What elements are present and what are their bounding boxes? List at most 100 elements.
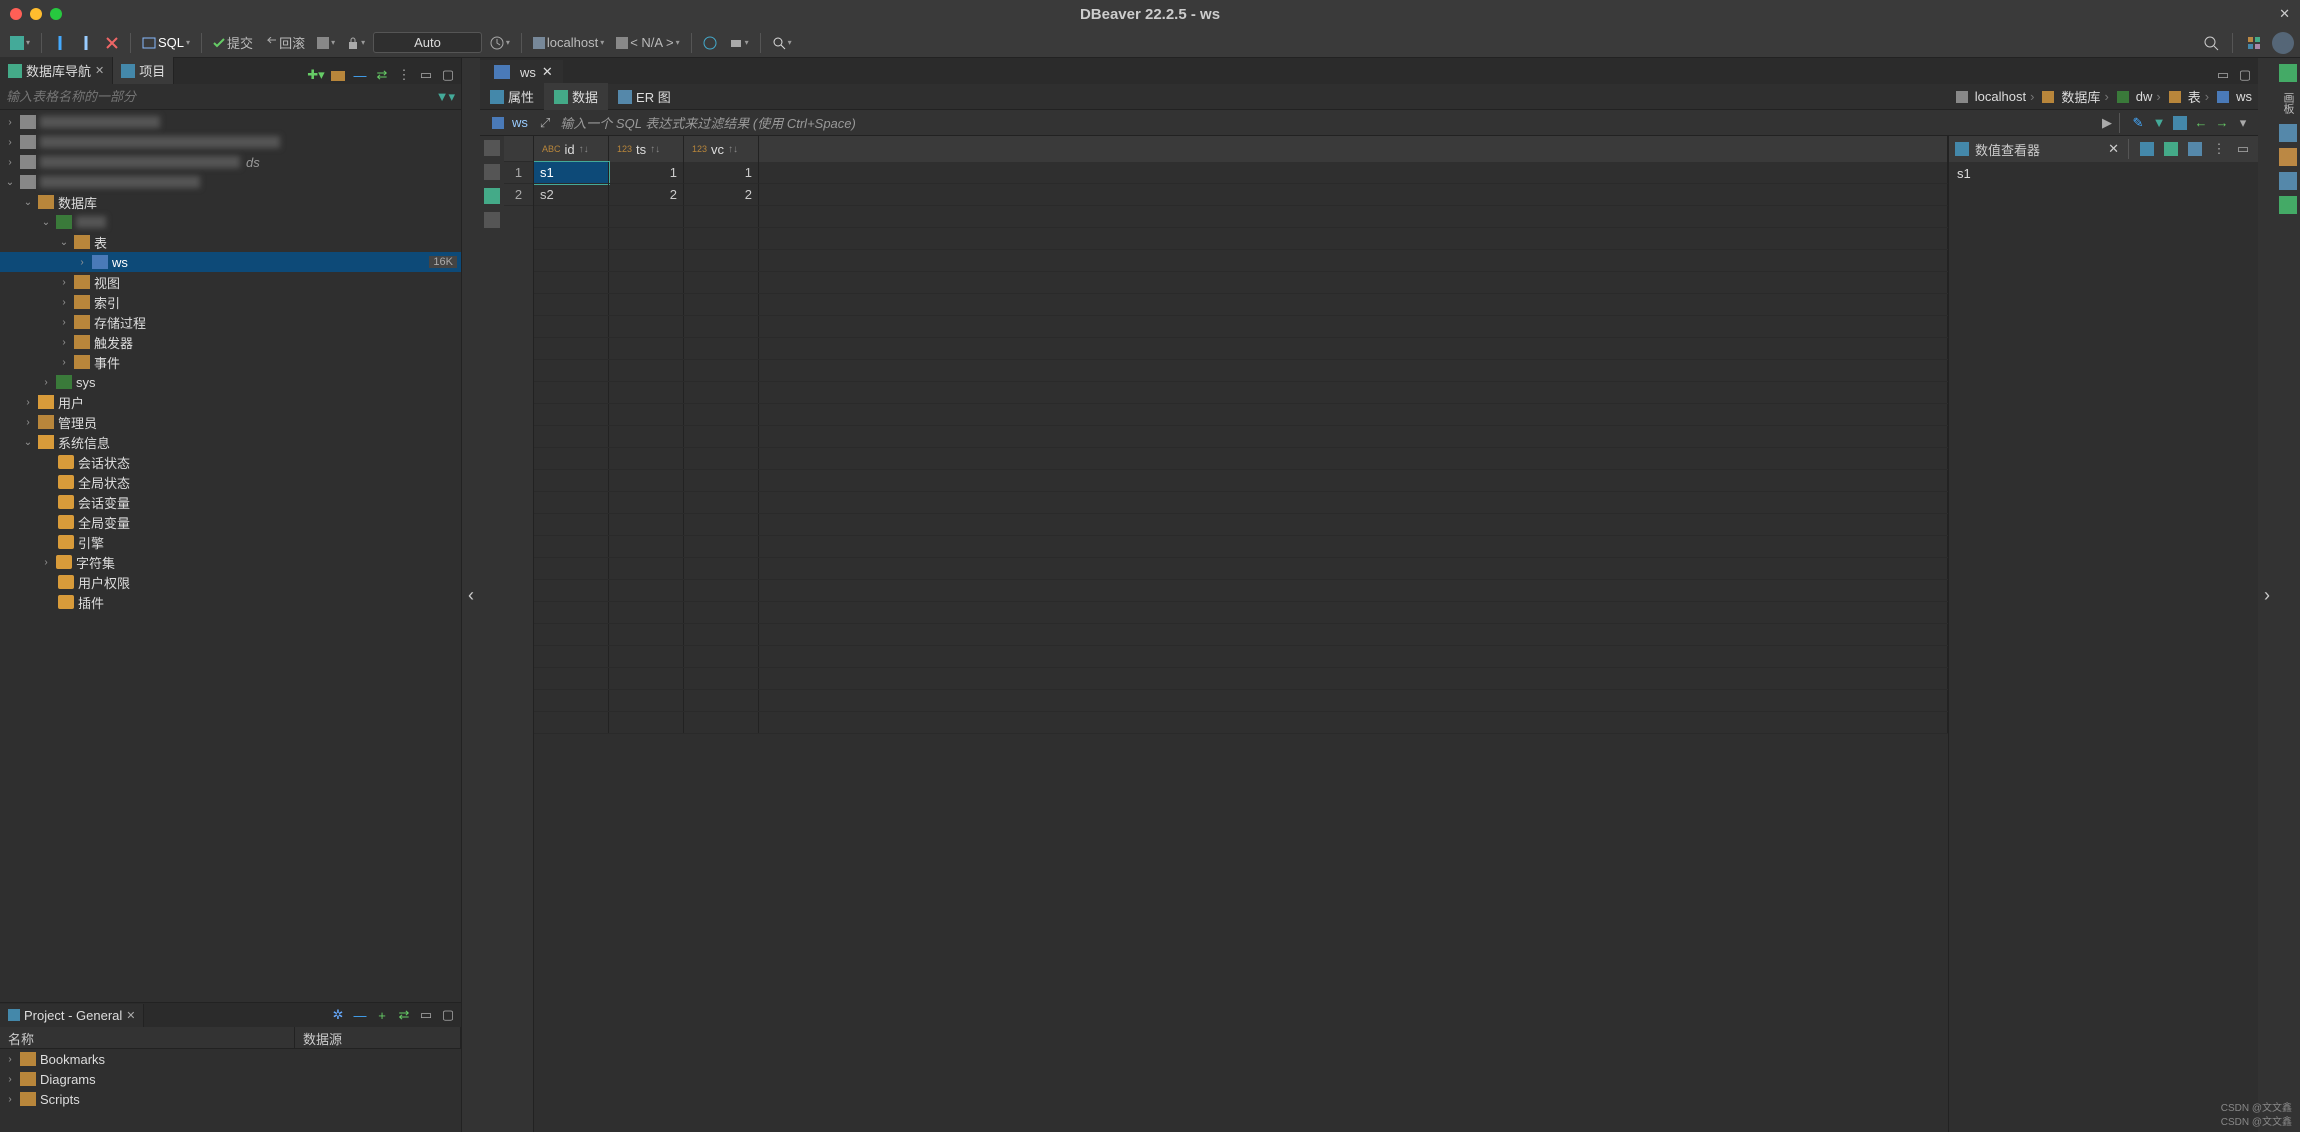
auto-commit-toggle[interactable]: Auto (373, 32, 482, 53)
panel-icon[interactable] (2279, 196, 2297, 214)
commit-button[interactable]: 提交 (209, 31, 257, 54)
tab-navigator[interactable]: 数据库导航 ✕ (0, 57, 113, 84)
cell[interactable]: s2 (534, 184, 609, 206)
schema-selector[interactable]: < N/A >▾ (612, 33, 683, 52)
glob-vars[interactable]: 全局变量 (0, 512, 461, 532)
connection-selector[interactable]: localhost▾ (529, 33, 608, 52)
crumb-localhost[interactable]: localhost (1952, 89, 2026, 104)
collapse-icon[interactable]: — (351, 1006, 369, 1024)
subtab-er[interactable]: ER 图 (608, 83, 681, 110)
views-group[interactable]: ›视图 (0, 272, 461, 292)
disconnect-all-button[interactable] (101, 34, 123, 52)
close-window[interactable] (10, 8, 22, 20)
plugins[interactable]: 插件 (0, 592, 461, 612)
search-button[interactable]: ▾ (768, 34, 796, 52)
charset[interactable]: ›字符集 (0, 552, 461, 572)
cell[interactable]: 1 (684, 162, 759, 184)
conn-node[interactable]: ›ds (0, 152, 461, 172)
row-num[interactable]: 2 (504, 184, 533, 206)
perspective-close-icon[interactable]: ✕ (2279, 6, 2290, 22)
filter-icon[interactable]: ▼▾ (436, 89, 455, 105)
left-collapse-handle[interactable]: ‹ (462, 58, 480, 1132)
close-icon[interactable]: ✕ (126, 1009, 135, 1022)
clear-filter-icon[interactable]: ✎ (2129, 114, 2147, 132)
user-priv[interactable]: 用户权限 (0, 572, 461, 592)
engine[interactable]: 引擎 (0, 532, 461, 552)
connect-button[interactable] (49, 34, 71, 52)
minimize-icon[interactable]: ▭ (2214, 66, 2232, 84)
tables-group[interactable]: ⌄表 (0, 232, 461, 252)
nav-filter-input[interactable] (6, 89, 436, 104)
new-connection-button[interactable]: ▾ (6, 34, 34, 52)
history-button[interactable]: ▾ (486, 34, 514, 52)
vv-save-icon[interactable] (2138, 140, 2156, 158)
triggers-group[interactable]: ›触发器 (0, 332, 461, 352)
grid-mode-icon[interactable] (484, 140, 500, 156)
rollback-button[interactable]: 回滚 (261, 31, 309, 54)
maximize-icon[interactable]: ▢ (2236, 66, 2254, 84)
col-datasource[interactable]: 数据源 (295, 1027, 461, 1048)
vv-minimize-icon[interactable]: ▭ (2234, 140, 2252, 158)
cell[interactable]: s1 (534, 162, 609, 184)
panel-icon[interactable] (2279, 124, 2297, 142)
col-ts[interactable]: 123ts↑↓ (609, 136, 684, 162)
maximize-icon[interactable]: ▢ (439, 66, 457, 84)
filter-panel-icon[interactable]: ▼ (2150, 114, 2168, 132)
subtab-data[interactable]: 数据 (544, 83, 608, 110)
vv-menu-icon[interactable]: ⋮ (2210, 140, 2228, 158)
perspective-button[interactable] (2242, 33, 2266, 53)
conn-node[interactable]: › (0, 112, 461, 132)
row-num[interactable]: 1 (504, 162, 533, 184)
user-avatar[interactable] (2272, 32, 2294, 54)
crumb-db-group[interactable]: 数据库 (2038, 87, 2100, 106)
sql-filter-input[interactable]: 输入一个 SQL 表达式来过滤结果 (使用 Ctrl+Space) (554, 113, 2098, 132)
close-icon[interactable]: ✕ (542, 64, 553, 80)
new-button[interactable]: ✚▾ (307, 66, 325, 84)
disconnect-button[interactable] (75, 34, 97, 52)
grid-table-tag[interactable]: ws (480, 115, 536, 130)
db-node[interactable]: ⌄ (0, 212, 461, 232)
tab-project-general[interactable]: Project - General ✕ (0, 1004, 144, 1027)
tab-project[interactable]: 项目 (113, 57, 174, 84)
panel-icon[interactable] (2279, 148, 2297, 166)
sess-vars[interactable]: 会话变量 (0, 492, 461, 512)
indexes-group[interactable]: ›索引 (0, 292, 461, 312)
dashboard-button[interactable] (699, 34, 721, 52)
maximize-icon[interactable]: ▢ (439, 1006, 457, 1024)
cell[interactable]: 1 (609, 162, 684, 184)
cell[interactable]: 2 (684, 184, 759, 206)
expand-icon[interactable]: ⤢ (536, 115, 554, 131)
txn-mode-button[interactable]: ▾ (313, 35, 339, 51)
conn-node-open[interactable]: ⌄ (0, 172, 461, 192)
panels-icon[interactable] (484, 212, 500, 228)
table-ws[interactable]: ›ws16K (0, 252, 461, 272)
apply-filter-icon[interactable]: ▶ (2098, 114, 2116, 132)
panel-icon[interactable] (2279, 172, 2297, 190)
nav-dropdown-icon[interactable]: ▾ (2234, 114, 2252, 132)
vv-edit-icon[interactable] (2162, 140, 2180, 158)
zoom-window[interactable] (50, 8, 62, 20)
record-mode-icon[interactable] (484, 188, 500, 204)
save-filter-icon[interactable] (2171, 114, 2189, 132)
col-name[interactable]: 名称 (0, 1027, 295, 1048)
col-vc[interactable]: 123vc↑↓ (684, 136, 759, 162)
minimize-icon[interactable]: ▭ (417, 66, 435, 84)
value-viewer-body[interactable]: s1 (1949, 162, 2258, 185)
conn-node[interactable]: › (0, 132, 461, 152)
scripts-node[interactable]: ›Scripts (0, 1089, 461, 1109)
editor-tab-ws[interactable]: ws✕ (480, 60, 563, 84)
sess-status[interactable]: 会话状态 (0, 452, 461, 472)
text-mode-icon[interactable] (484, 164, 500, 180)
print-button[interactable]: ▾ (725, 34, 753, 52)
menu-icon[interactable]: ⋮ (395, 66, 413, 84)
config-icon[interactable]: ✲ (329, 1006, 347, 1024)
crumb-table-group[interactable]: 表 (2165, 87, 2201, 106)
nav-back-icon[interactable]: ← (2192, 114, 2210, 132)
close-icon[interactable]: ✕ (95, 64, 104, 77)
link-editor-icon[interactable]: ⇄ (373, 66, 391, 84)
sql-editor-button[interactable]: SQL▾ (138, 33, 194, 52)
minimize-window[interactable] (30, 8, 42, 20)
subtab-properties[interactable]: 属性 (480, 83, 544, 110)
right-collapse-handle[interactable]: › (2258, 58, 2276, 1132)
sysinfo-group[interactable]: ⌄系统信息 (0, 432, 461, 452)
